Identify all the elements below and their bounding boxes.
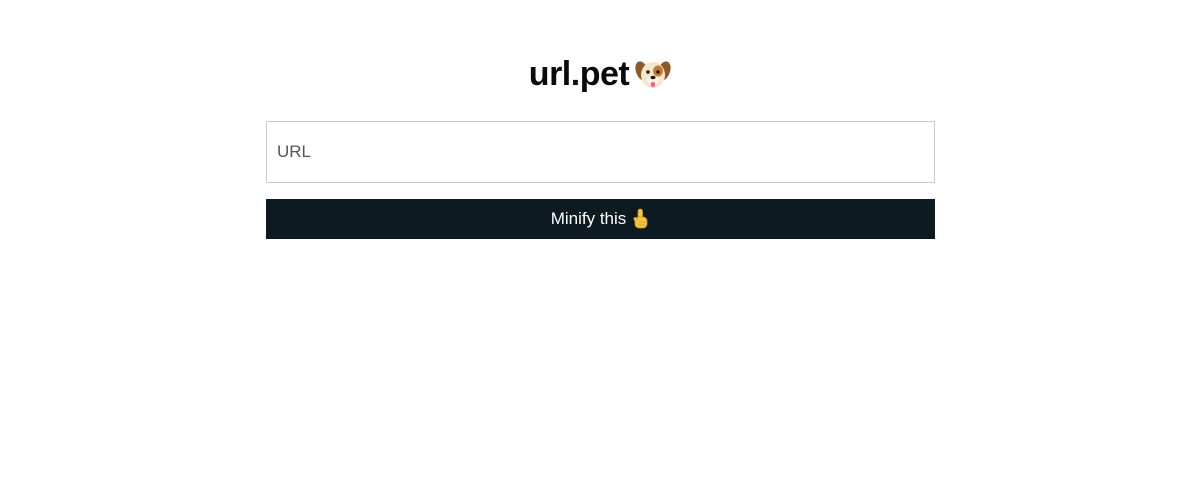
pointing-up-icon	[632, 208, 650, 230]
url-input[interactable]	[266, 121, 935, 183]
page: url.pet Minify th	[0, 0, 1200, 499]
page-title: url.pet	[528, 54, 630, 93]
minify-button[interactable]: Minify this	[266, 199, 935, 239]
dog-face-icon	[635, 56, 671, 92]
minify-button-label: Minify this	[550, 209, 627, 228]
header: url.pet	[0, 52, 1200, 96]
